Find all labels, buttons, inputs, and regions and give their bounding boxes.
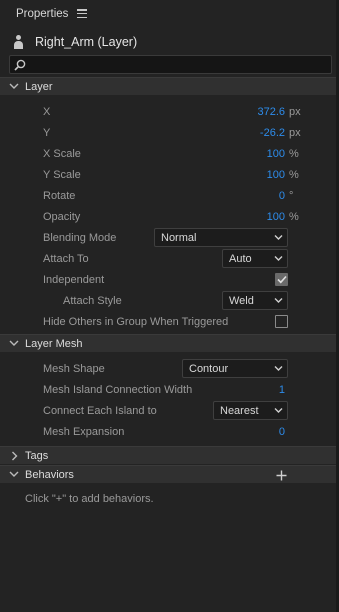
- chevron-down-icon: [8, 81, 20, 93]
- magnifier-icon: [14, 59, 26, 71]
- property-value-x[interactable]: 372.6: [257, 106, 285, 118]
- property-label-hide-others: Hide Others in Group When Triggered: [43, 315, 229, 328]
- attach-style-value: Weld: [229, 294, 254, 307]
- property-label-mesh-shape: Mesh Shape: [43, 362, 105, 375]
- property-label-x: X: [43, 105, 51, 118]
- plus-icon: [276, 470, 286, 480]
- attach-style-dropdown[interactable]: Weld: [222, 291, 288, 310]
- property-label-connect-island: Connect Each Island to: [43, 404, 157, 417]
- property-value-y-scale[interactable]: 100: [267, 169, 285, 181]
- property-label-y: Y: [43, 126, 51, 139]
- property-label-x-scale: X Scale: [43, 147, 81, 160]
- checkmark-icon: [276, 275, 287, 284]
- property-label-mesh-expansion: Mesh Expansion: [43, 425, 125, 438]
- section-header-layer-mesh[interactable]: Layer Mesh: [0, 334, 336, 352]
- property-value-y[interactable]: -26.2: [260, 127, 285, 139]
- blending-mode-value: Normal: [161, 231, 197, 244]
- section-label-layer-mesh: Layer Mesh: [25, 337, 83, 350]
- attach-to-dropdown[interactable]: Auto: [222, 249, 288, 268]
- mesh-shape-dropdown[interactable]: Contour: [182, 359, 288, 378]
- property-row-hide-others: Hide Others in Group When Triggered: [0, 311, 336, 332]
- independent-checkbox[interactable]: [275, 273, 288, 286]
- search-box[interactable]: [9, 55, 332, 74]
- property-label-independent: Independent: [43, 273, 105, 286]
- property-row-mesh-shape: Mesh Shape Contour: [0, 358, 336, 379]
- search-input[interactable]: [30, 58, 331, 71]
- chevron-down-icon: [8, 338, 20, 350]
- section-label-tags: Tags: [25, 449, 49, 462]
- property-value-x-scale[interactable]: 100: [267, 148, 285, 160]
- chevron-right-icon: [8, 450, 20, 462]
- panel-title: Properties: [16, 7, 69, 20]
- property-row-opacity: Opacity 100 %: [0, 206, 336, 227]
- connect-island-value: Nearest: [220, 404, 259, 417]
- property-label-y-scale: Y Scale: [43, 168, 81, 181]
- property-row-y: Y -26.2 px: [0, 122, 336, 143]
- property-unit-x: px: [289, 105, 301, 118]
- property-row-island-width: Mesh Island Connection Width 1: [0, 379, 336, 400]
- chevron-down-icon: [8, 469, 20, 481]
- property-row-x-scale: X Scale 100 %: [0, 143, 336, 164]
- property-row-blending-mode: Blending Mode Normal: [0, 227, 336, 248]
- property-unit-opacity: %: [289, 210, 299, 223]
- properties-panel: Properties Right_Arm (Layer) Layer X 372…: [0, 0, 339, 612]
- layer-title-row: Right_Arm (Layer): [0, 31, 336, 53]
- section-label-layer: Layer: [25, 80, 53, 93]
- property-row-mesh-expansion: Mesh Expansion 0: [0, 421, 336, 442]
- property-unit-x-scale: %: [289, 147, 299, 160]
- property-row-attach-to: Attach To Auto: [0, 248, 336, 269]
- section-header-layer[interactable]: Layer: [0, 77, 336, 95]
- property-row-y-scale: Y Scale 100 %: [0, 164, 336, 185]
- layer-name: Right_Arm (Layer): [35, 35, 138, 49]
- caret-down-icon: [274, 235, 283, 240]
- property-label-attach-style: Attach Style: [63, 294, 122, 307]
- property-value-island-width[interactable]: 1: [279, 384, 285, 396]
- add-behavior-button[interactable]: [274, 466, 288, 484]
- property-row-x: X 372.6 px: [0, 101, 336, 122]
- caret-down-icon: [274, 298, 283, 303]
- section-header-tags[interactable]: Tags: [0, 446, 336, 464]
- property-unit-rotate: °: [289, 189, 294, 202]
- property-unit-y-scale: %: [289, 168, 299, 181]
- behaviors-hint: Click "+" to add behaviors.: [25, 493, 154, 505]
- puppet-person-icon: [14, 35, 23, 49]
- caret-down-icon: [274, 408, 283, 413]
- panel-header: Properties: [0, 0, 336, 27]
- attach-to-value: Auto: [229, 252, 252, 265]
- hamburger-menu-icon[interactable]: [77, 9, 88, 18]
- property-value-rotate[interactable]: 0: [279, 190, 285, 202]
- caret-down-icon: [274, 256, 283, 261]
- connect-island-dropdown[interactable]: Nearest: [213, 401, 288, 420]
- hide-others-checkbox[interactable]: [275, 315, 288, 328]
- property-label-attach-to: Attach To: [43, 252, 89, 265]
- property-row-independent: Independent: [0, 269, 336, 290]
- section-label-behaviors: Behaviors: [25, 468, 74, 481]
- blending-mode-dropdown[interactable]: Normal: [154, 228, 288, 247]
- property-label-blending-mode: Blending Mode: [43, 231, 117, 244]
- property-row-rotate: Rotate 0 °: [0, 185, 336, 206]
- property-label-island-width: Mesh Island Connection Width: [43, 383, 193, 396]
- property-value-opacity[interactable]: 100: [267, 211, 285, 223]
- caret-down-icon: [274, 366, 283, 371]
- property-value-mesh-expansion[interactable]: 0: [279, 426, 285, 438]
- property-row-connect-island: Connect Each Island to Nearest: [0, 400, 336, 421]
- property-unit-y: px: [289, 126, 301, 139]
- property-row-attach-style: Attach Style Weld: [0, 290, 336, 311]
- mesh-shape-value: Contour: [189, 362, 229, 375]
- section-header-behaviors[interactable]: Behaviors: [0, 465, 336, 483]
- property-label-opacity: Opacity: [43, 210, 81, 223]
- property-label-rotate: Rotate: [43, 189, 76, 202]
